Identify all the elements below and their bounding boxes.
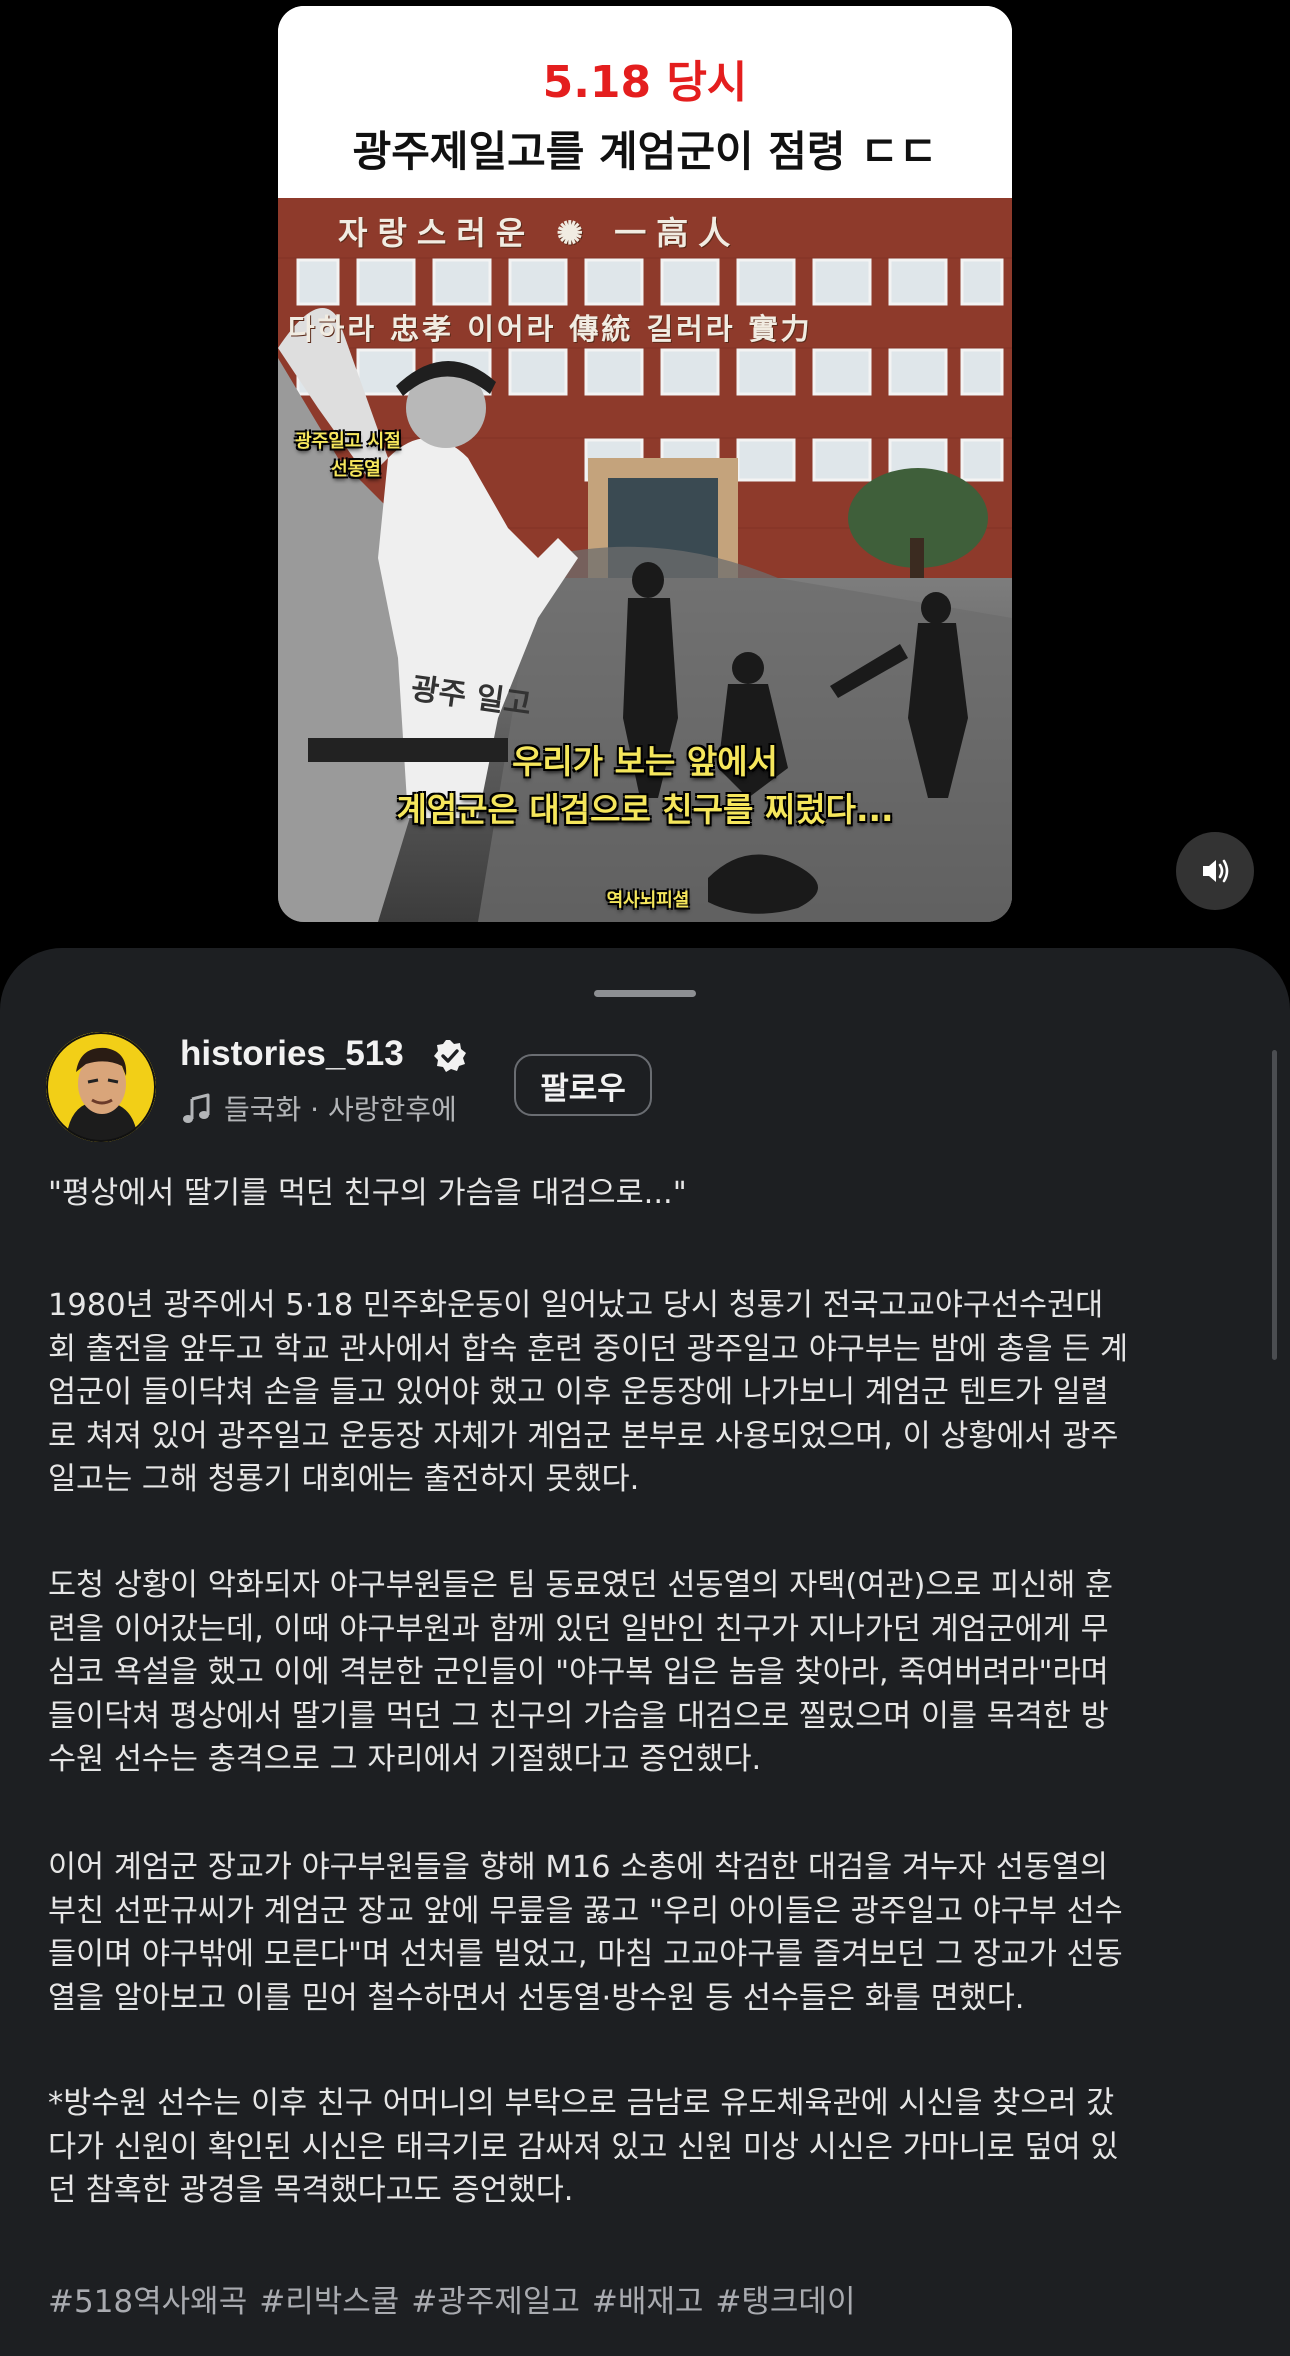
video-title-line1: 5.18 당시 bbox=[542, 57, 748, 108]
video-title-line2: 광주제일고를 계엄군이 점령 ㄷㄷ bbox=[352, 127, 938, 176]
description-sheet[interactable]: histories_513 들국화 · 사랑한후에 팔로우 "평상에서 딸기를 … bbox=[0, 948, 1290, 2356]
photo-label-line2: 선동열 bbox=[331, 459, 381, 480]
building-sign-top: 자랑스러운 ✺ 一高人 bbox=[338, 214, 741, 252]
sheet-drag-handle[interactable] bbox=[594, 990, 696, 997]
hashtag-link[interactable]: #배재고 bbox=[592, 2276, 704, 2321]
description-quote: "평상에서 딸기를 먹던 친구의 가슴을 대검으로..." bbox=[48, 1176, 687, 1211]
hashtag-list: #518역사왜곡 #리박스쿨 #광주제일고 #배재고 #탱크데이 bbox=[48, 2276, 855, 2321]
sheet-scrollbar[interactable] bbox=[1272, 1050, 1277, 1360]
video-frame-image: 광주 일고 자랑스러운 ✺ 一高人 다하라 忠孝 이어라 傳統 길러라 實力 광… bbox=[278, 198, 1012, 922]
hashtag-link[interactable]: #리박스쿨 bbox=[259, 2276, 399, 2321]
music-note-icon bbox=[183, 1093, 210, 1123]
verified-badge-icon bbox=[434, 1040, 466, 1072]
music-attribution[interactable]: 들국화 · 사랑한후에 bbox=[180, 1088, 457, 1128]
avatar-illustration bbox=[46, 1032, 156, 1142]
building-sign-middle: 다하라 忠孝 이어라 傳統 길러라 實力 bbox=[288, 312, 813, 346]
hashtag-link[interactable]: #518역사왜곡 bbox=[48, 2276, 247, 2321]
photo-label-line1: 광주일고 시절 bbox=[295, 431, 401, 452]
hashtag-link[interactable]: #탱크데이 bbox=[715, 2276, 855, 2321]
follow-button[interactable]: 팔로우 bbox=[514, 1054, 652, 1116]
description-paragraph-2: 도청 상황이 악화되자 야구부원들은 팀 동료였던 선동열의 자택(여관)으로 … bbox=[48, 1568, 1114, 1777]
username[interactable]: histories_513 bbox=[180, 1034, 404, 1074]
video-watermark: 역사뇌피셜 bbox=[606, 890, 690, 911]
music-track-label: 들국화 · 사랑한후에 bbox=[224, 1093, 457, 1126]
description-paragraph-4: *방수원 선수는 이후 친구 어머니의 부탁으로 금남로 유도체육관에 시신을 … bbox=[48, 2086, 1119, 2208]
video-caption-line1: 우리가 보는 앞에서 bbox=[512, 742, 778, 781]
avatar[interactable] bbox=[46, 1032, 156, 1142]
description-paragraph-3: 이어 계엄군 장교가 야구부원들을 향해 M16 소총에 착검한 대검을 겨누자… bbox=[48, 1850, 1123, 2016]
description-paragraph-1: 1980년 광주에서 5·18 민주화운동이 일어났고 당시 청룡기 전국고교야… bbox=[48, 1288, 1129, 1497]
reel-video[interactable]: 5.18 당시 광주제일고를 계엄군이 점령 ㄷㄷ 광주 일고 자랑스러운 ✺ … bbox=[278, 6, 1012, 922]
mute-toggle-button[interactable] bbox=[1176, 832, 1254, 910]
video-title-banner: 5.18 당시 광주제일고를 계엄군이 점령 ㄷㄷ bbox=[278, 6, 1012, 198]
video-caption-line2: 계엄군은 대검으로 친구를 찌렀다... bbox=[396, 790, 894, 829]
hashtag-link[interactable]: #광주제일고 bbox=[411, 2276, 580, 2321]
speaker-icon bbox=[1203, 859, 1229, 883]
